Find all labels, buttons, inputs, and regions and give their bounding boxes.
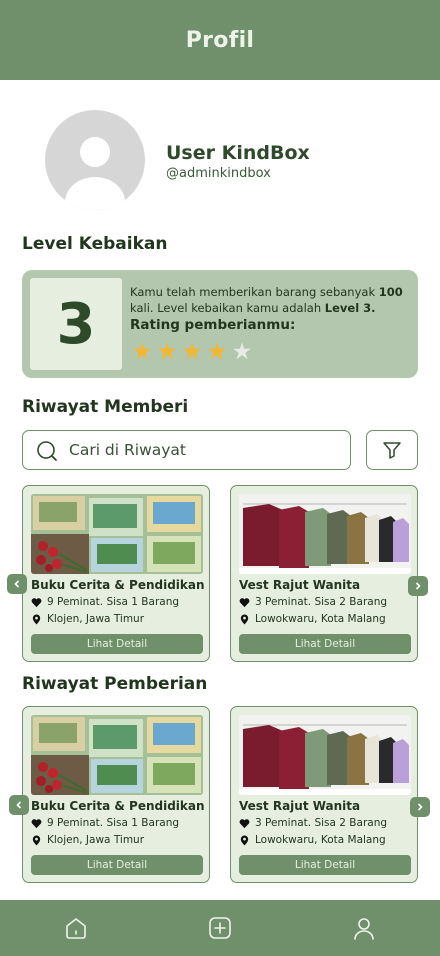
header-bar: Profil [0, 0, 440, 80]
filter-icon [383, 442, 401, 459]
level-section-title: Level Kebaikan [22, 234, 168, 254]
location-info: Klojen, Jawa Timur [31, 834, 144, 846]
riwayat-pemberian-title: Riwayat Pemberian [22, 674, 208, 694]
star-icon: ★ [156, 339, 178, 365]
interest-info: 3 Peminat. Sisa 2 Barang [239, 817, 387, 829]
carousel-prev-button[interactable] [9, 795, 29, 815]
product-title: Buku Cerita & Pendidikan [31, 799, 205, 813]
chevron-right-icon [415, 582, 421, 590]
rating-stars: ★ ★ ★ ★ ★ [130, 340, 254, 364]
heart-icon [239, 597, 250, 607]
location-info: Lowokwaru, Kota Malang [239, 834, 386, 846]
user-name: User KindBox [166, 142, 310, 164]
nav-profile-button[interactable] [351, 915, 377, 941]
product-title: Vest Rajut Wanita [239, 799, 361, 813]
product-image [31, 494, 203, 574]
interest-info: 9 Peminat. Sisa 1 Barang [31, 596, 179, 608]
nav-home-button[interactable] [63, 915, 89, 941]
location-pin-icon [240, 834, 249, 846]
location-info: Klojen, Jawa Timur [31, 613, 144, 625]
level-number: 3 [30, 278, 122, 370]
location-pin-icon [32, 613, 41, 625]
riwayat-pemberian-card[interactable]: Buku Cerita & Pendidikan 9 Peminat. Sisa… [22, 706, 210, 883]
level-description: Kamu telah memberikan barang sebanyak 10… [130, 285, 403, 315]
star-icon: ★ [231, 339, 253, 365]
location-pin-icon [32, 834, 41, 846]
location-info: Lowokwaru, Kota Malang [239, 613, 386, 625]
carousel-next-button[interactable] [410, 797, 430, 817]
product-title: Vest Rajut Wanita [239, 578, 361, 592]
carousel-next-button[interactable] [408, 576, 428, 596]
riwayat-pemberian-card[interactable]: Vest Rajut Wanita 3 Peminat. Sisa 2 Bara… [230, 706, 418, 883]
location-pin-icon [240, 613, 249, 625]
heart-icon [31, 818, 42, 828]
filter-button[interactable] [366, 430, 418, 470]
chevron-left-icon [14, 580, 20, 588]
search-icon [37, 441, 57, 461]
search-placeholder: Cari di Riwayat [69, 441, 186, 459]
bottom-nav [0, 900, 440, 956]
product-title: Buku Cerita & Pendidikan [31, 578, 205, 592]
heart-icon [239, 818, 250, 828]
riwayat-memberi-card[interactable]: Buku Cerita & Pendidikan 9 Peminat. Sisa… [22, 485, 210, 662]
chevron-right-icon [417, 803, 423, 811]
rating-label: Rating pemberianmu: [130, 317, 296, 333]
heart-icon [31, 597, 42, 607]
home-icon [66, 918, 86, 939]
avatar [45, 110, 145, 210]
product-image [239, 715, 411, 795]
page-title: Profil [185, 27, 255, 53]
product-image [31, 715, 203, 795]
star-icon: ★ [181, 339, 203, 365]
riwayat-memberi-title: Riwayat Memberi [22, 397, 189, 417]
add-icon [209, 917, 231, 939]
level-box: 3 Kamu telah memberikan barang sebanyak … [22, 270, 418, 378]
carousel-prev-button[interactable] [7, 574, 27, 594]
detail-button[interactable]: Lihat Detail [31, 634, 203, 654]
nav-add-button[interactable] [207, 915, 233, 941]
detail-button[interactable]: Lihat Detail [239, 634, 411, 654]
chevron-left-icon [16, 801, 22, 809]
interest-info: 9 Peminat. Sisa 1 Barang [31, 817, 179, 829]
star-icon: ★ [206, 339, 228, 365]
product-image [239, 494, 411, 574]
search-input[interactable]: Cari di Riwayat [22, 430, 351, 470]
detail-button[interactable]: Lihat Detail [239, 855, 411, 875]
user-handle: @adminkindbox [166, 166, 271, 181]
user-icon [354, 918, 374, 940]
interest-info: 3 Peminat. Sisa 2 Barang [239, 596, 387, 608]
star-icon: ★ [131, 339, 153, 365]
riwayat-memberi-card[interactable]: Vest Rajut Wanita 3 Peminat. Sisa 2 Bara… [230, 485, 418, 662]
detail-button[interactable]: Lihat Detail [31, 855, 203, 875]
